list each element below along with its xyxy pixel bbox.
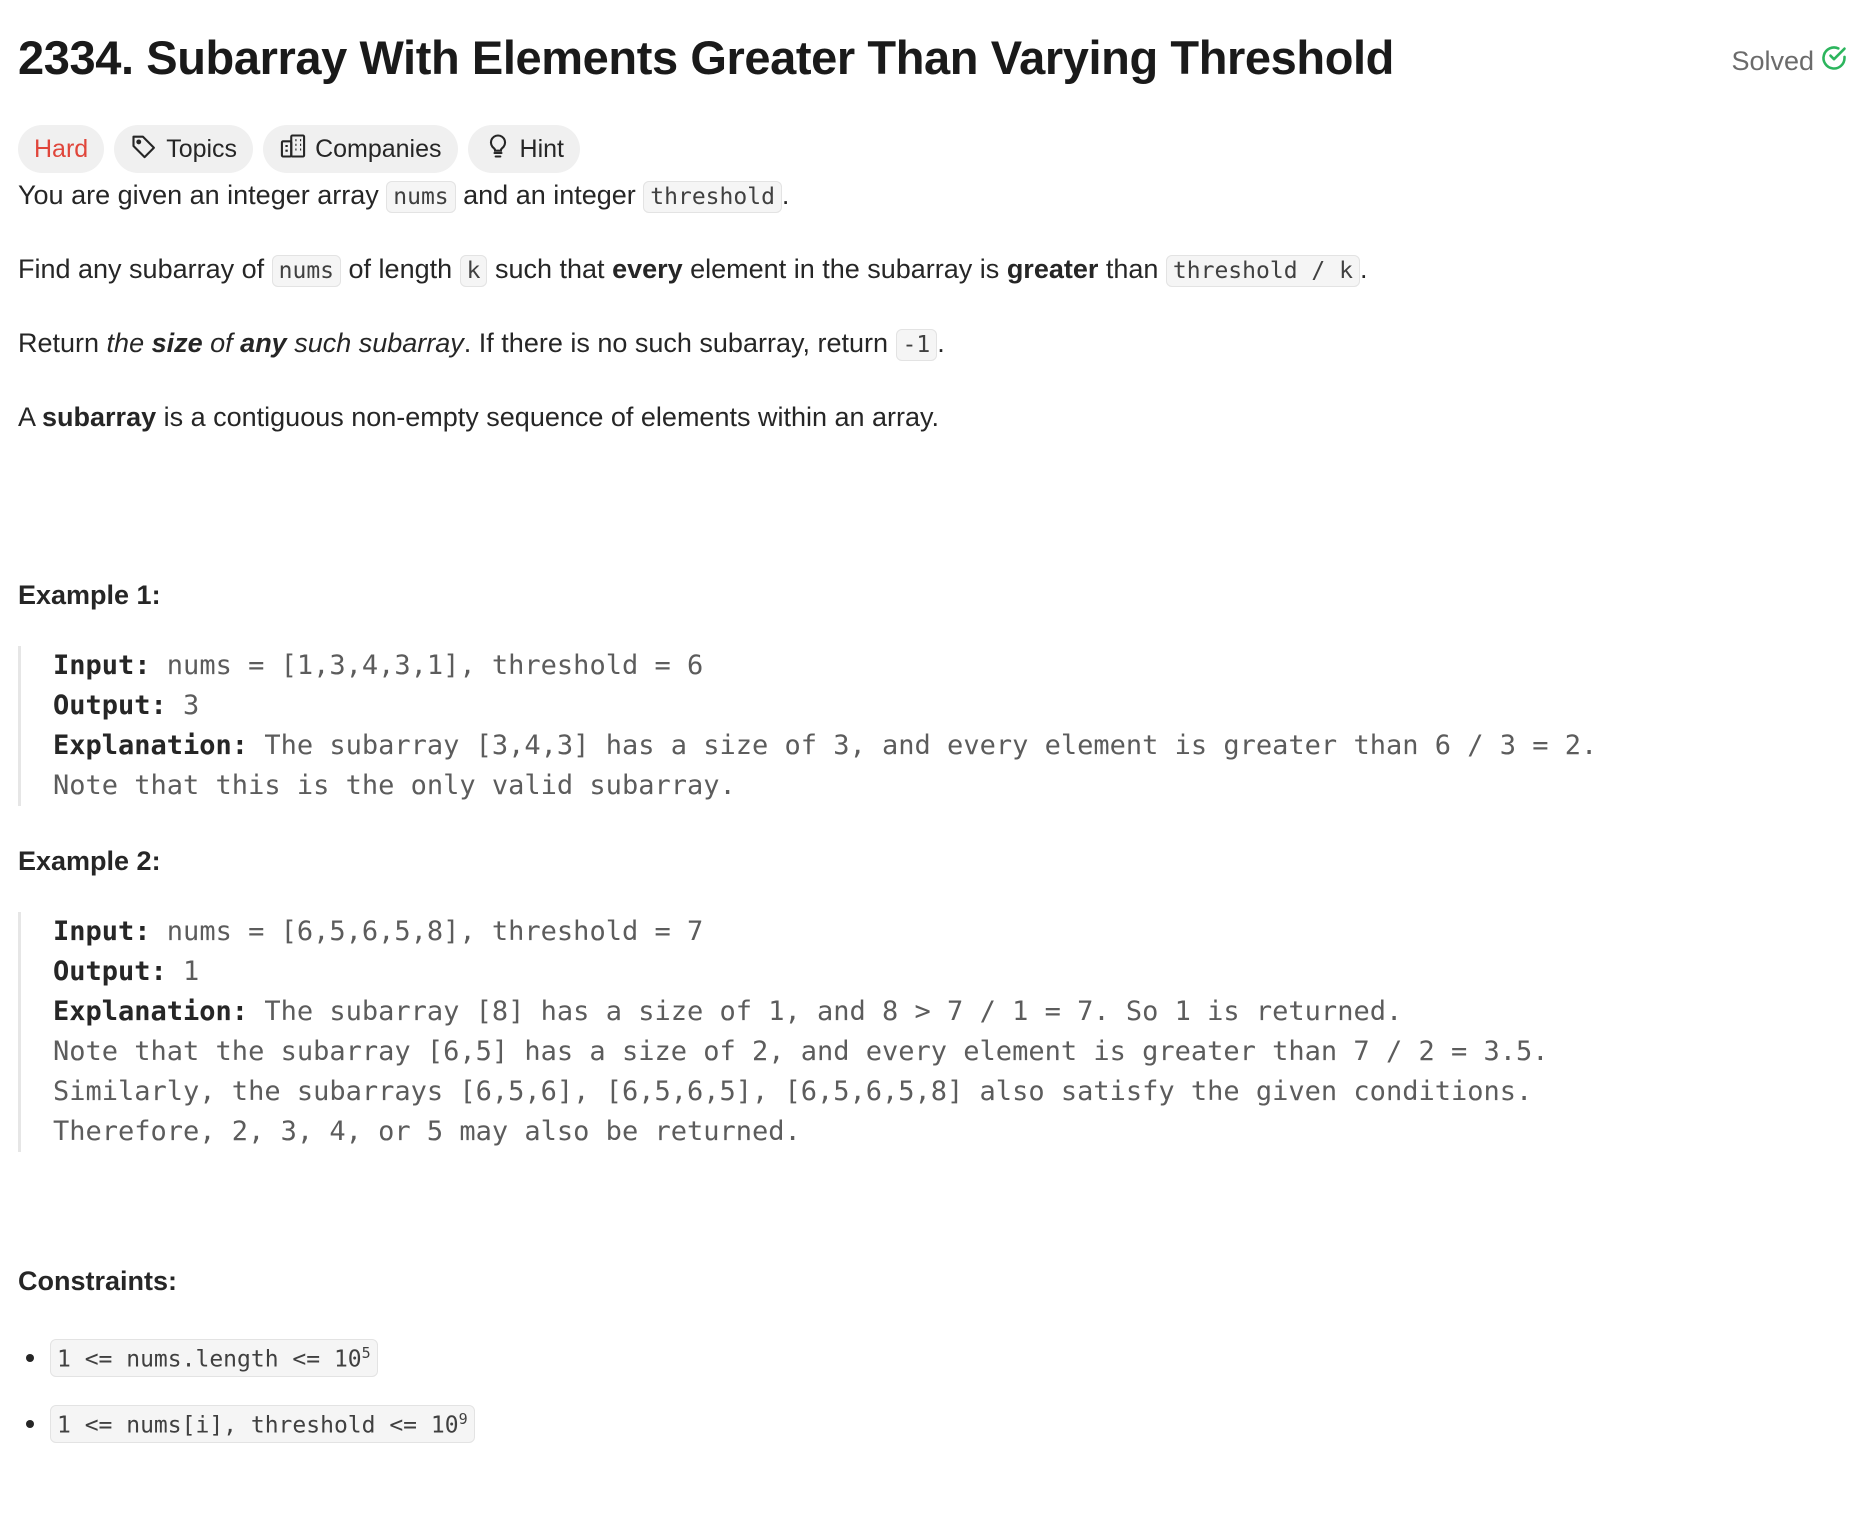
problem-header: 2334. Subarray With Elements Greater Tha… (18, 0, 1848, 120)
lightbulb-icon (484, 132, 512, 167)
companies-label: Companies (315, 134, 442, 163)
example-input: Input: nums = [6,5,6,5,8], threshold = 7 (53, 916, 704, 947)
example-1-heading: Example 1: (18, 580, 161, 610)
example-input: Input: nums = [1,3,4,3,1], threshold = 6 (53, 650, 704, 681)
example-2-heading: Example 2: (18, 846, 161, 876)
description-paragraph-1: You are given an integer array nums and … (18, 176, 789, 216)
example-explanation: Explanation: The subarray [8] has a size… (53, 996, 1403, 1027)
inline-code: nums (386, 181, 456, 213)
example-2-block: Input: nums = [6,5,6,5,8], threshold = 7… (18, 912, 1549, 1152)
description-paragraph-4: A subarray is a contiguous non-empty seq… (18, 402, 940, 432)
tag-icon (130, 132, 158, 167)
constraint-item: 1 <= nums[i], threshold <= 109 (18, 1391, 475, 1457)
example-note: Note that this is the only valid subarra… (53, 770, 736, 801)
description-paragraph-3: Return the size of any such subarray. If… (18, 324, 945, 364)
topics-button[interactable]: Topics (114, 125, 254, 173)
topics-label: Topics (166, 134, 238, 163)
inline-code: k (459, 255, 488, 287)
difficulty-badge[interactable]: Hard (18, 125, 105, 173)
difficulty-label: Hard (34, 134, 89, 163)
example-output: Output: 3 (53, 690, 200, 721)
example-explanation: Explanation: The subarray [3,4,3] has a … (53, 730, 1598, 761)
example-note: Note that the subarray [6,5] has a size … (53, 1036, 1549, 1067)
solved-label: Solved (1731, 46, 1814, 76)
check-circle-icon (1820, 44, 1848, 79)
constraints-heading: Constraints: (18, 1266, 178, 1296)
example-1-block: Input: nums = [1,3,4,3,1], threshold = 6… (18, 646, 1597, 806)
example-note: Therefore, 2, 3, 4, or 5 may also be ret… (53, 1116, 801, 1147)
description-paragraph-2: Find any subarray of nums of length k su… (18, 250, 1367, 290)
example-output: Output: 1 (53, 956, 200, 987)
inline-code: nums (271, 255, 342, 287)
constraint-item: 1 <= nums.length <= 105 (18, 1325, 475, 1391)
constraints-list: 1 <= nums.length <= 105 1 <= nums[i], th… (18, 1325, 475, 1457)
inline-code: threshold (643, 181, 782, 213)
problem-title: 2334. Subarray With Elements Greater Tha… (18, 31, 1394, 84)
tag-row: Hard Topics Companies Hint (18, 125, 580, 173)
hint-label: Hint (519, 134, 564, 163)
building-icon (279, 132, 307, 167)
solved-status: Solved (1731, 44, 1848, 79)
hint-button[interactable]: Hint (467, 125, 580, 173)
inline-code: -1 (895, 329, 938, 361)
companies-button[interactable]: Companies (263, 125, 458, 173)
example-note: Similarly, the subarrays [6,5,6], [6,5,6… (53, 1076, 1533, 1107)
inline-code: threshold / k (1165, 255, 1360, 287)
